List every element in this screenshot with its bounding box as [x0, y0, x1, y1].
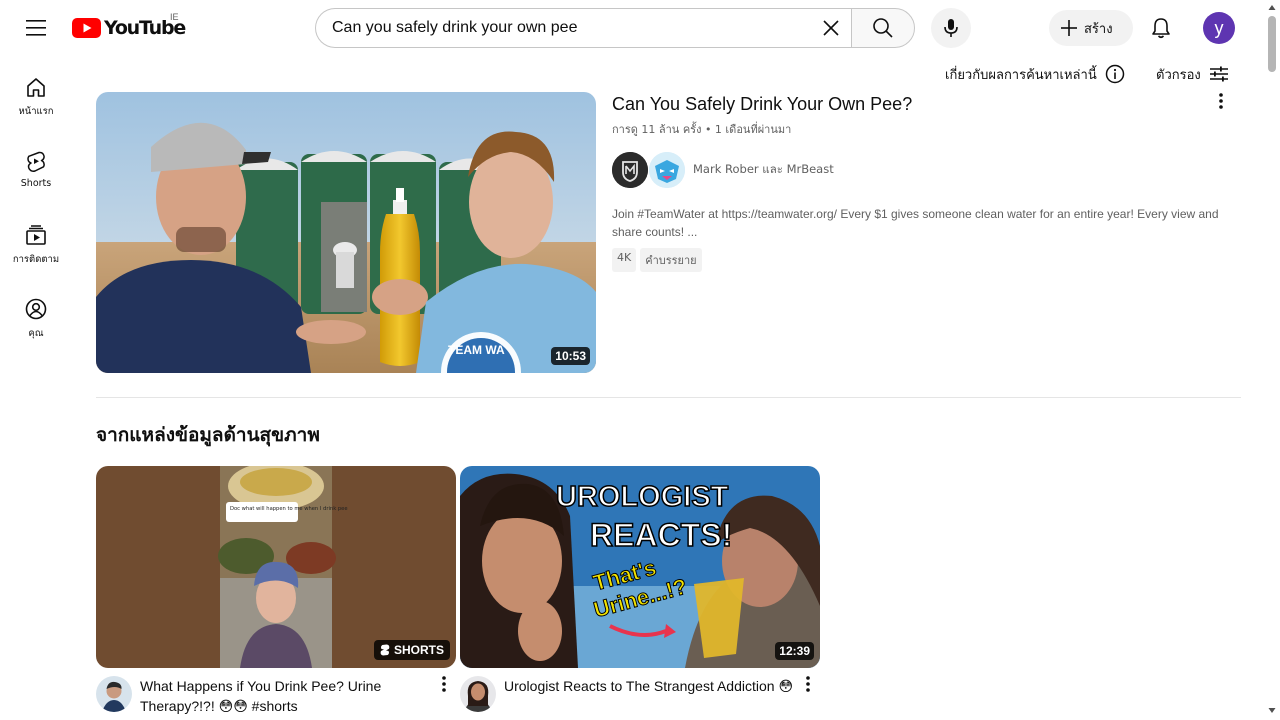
microphone-icon	[944, 19, 958, 37]
guide-label-subscriptions: การติดตาม	[12, 254, 60, 265]
mark-rober-logo-icon	[612, 152, 648, 188]
shelf-card-more-button[interactable]	[796, 672, 820, 696]
top-result-more-button[interactable]	[1209, 89, 1233, 113]
search-button[interactable]	[851, 8, 915, 48]
about-results-button[interactable]: เกี่ยวกับผลการค้นหาเหล่านี้	[945, 62, 1125, 86]
country-code: IE	[170, 12, 179, 22]
top-result-badges: 4K คำบรรยาย	[612, 248, 702, 272]
filters-button[interactable]: ตัวกรอง	[1156, 62, 1229, 86]
badge-captions: คำบรรยาย	[640, 248, 702, 272]
youtube-play-icon	[72, 18, 101, 38]
you-icon	[25, 298, 47, 320]
top-result-title[interactable]: Can You Safely Drink Your Own Pee?	[612, 94, 912, 115]
shelf-card-title[interactable]: Urologist Reacts to The Strangest Addict…	[504, 676, 794, 696]
shelf-card-thumbnail[interactable]: Doc what will happen to me when I drink …	[96, 466, 456, 668]
shelf-card-channel-avatar[interactable]	[96, 676, 132, 712]
section-divider	[96, 397, 1241, 398]
create-button[interactable]: สร้าง	[1049, 10, 1133, 46]
thumb-text-1: UROLOGIST	[556, 481, 729, 513]
top-result-thumbnail[interactable]: TEAM WA 10:53	[96, 92, 596, 373]
video-duration: 10:53	[551, 347, 590, 365]
close-icon	[823, 20, 839, 36]
shorts-icon	[27, 151, 45, 172]
channel-avatar-image	[460, 676, 496, 712]
scrollbar-thumb[interactable]	[1268, 16, 1276, 72]
thumb-text-2: REACTS!	[590, 517, 732, 553]
filters-label: ตัวกรอง	[1156, 67, 1201, 83]
shelf-card: UROLOGIST REACTS! That's Urine...!? 12:3…	[460, 466, 820, 712]
channel-avatar-image	[96, 676, 132, 712]
top-result-channels: Mark Rober และ MrBeast	[612, 152, 834, 188]
guide-item-you[interactable]: คุณ	[4, 278, 68, 352]
subscriptions-icon	[26, 225, 46, 245]
guide-label-home: หน้าแรก	[18, 106, 54, 117]
thumbnail-image: TEAM WA	[96, 92, 596, 373]
mrbeast-logo-icon	[649, 152, 685, 188]
shelf-card: Doc what will happen to me when I drink …	[96, 466, 456, 714]
thumbnail-image: UROLOGIST REACTS! That's Urine...!?	[460, 466, 820, 668]
guide-menu-button[interactable]	[16, 8, 56, 48]
channel-avatar-mrbeast[interactable]	[649, 152, 685, 188]
create-label: สร้าง	[1084, 21, 1113, 37]
guide-label-shorts: Shorts	[20, 178, 52, 189]
vertical-dots-icon	[442, 676, 446, 692]
guide-item-home[interactable]: หน้าแรก	[4, 56, 68, 130]
filter-sliders-icon	[1209, 66, 1228, 82]
about-results-label: เกี่ยวกับผลการค้นหาเหล่านี้	[945, 67, 1097, 83]
account-avatar-button[interactable]: y	[1203, 12, 1235, 44]
bottle-text: TEAM WA	[448, 343, 505, 357]
info-icon	[1105, 64, 1124, 84]
vertical-dots-icon	[1219, 93, 1223, 109]
video-duration: 12:39	[775, 642, 814, 660]
guide-item-shorts[interactable]: Shorts	[4, 130, 68, 204]
hamburger-icon	[26, 20, 46, 36]
shorts-badge-label: SHORTS	[393, 643, 444, 657]
notifications-button[interactable]	[1141, 8, 1181, 48]
top-result-meta: การดู 11 ล้าน ครั้ง • 1 เดือนที่ผ่านมา	[612, 123, 792, 136]
shorts-badge: SHORTS	[373, 640, 450, 660]
shelf-card-more-button[interactable]	[432, 672, 456, 696]
badge-4k: 4K	[612, 248, 637, 272]
channel-avatar-mark-rober[interactable]	[612, 152, 648, 188]
scroll-down-arrow-icon[interactable]	[1268, 706, 1276, 714]
shorts-icon	[380, 644, 390, 656]
top-result-description: Join #TeamWater at https://teamwater.org…	[612, 207, 1219, 239]
bell-icon	[1152, 18, 1170, 39]
shelf-card-channel-avatar[interactable]	[460, 676, 496, 712]
shelf-card-title[interactable]: What Happens if You Drink Pee? Urine The…	[140, 676, 430, 716]
thumbnail-image: Doc what will happen to me when I drink …	[96, 466, 456, 668]
plus-icon	[1061, 20, 1077, 36]
masthead: YouTube IE สร้าง	[0, 0, 1264, 56]
search-box	[315, 8, 852, 48]
home-icon	[27, 78, 45, 97]
page-scrollbar[interactable]	[1264, 0, 1280, 720]
shelf-card-thumbnail[interactable]: UROLOGIST REACTS! That's Urine...!? 12:3…	[460, 466, 820, 668]
guide-item-subscriptions[interactable]: การติดตาม	[4, 204, 68, 278]
search-input[interactable]	[332, 19, 802, 37]
clear-search-button[interactable]	[814, 11, 848, 45]
vertical-dots-icon	[806, 676, 810, 692]
youtube-logo[interactable]: YouTube IE	[72, 12, 186, 40]
overlay-text: Doc what will happen to me when I drink …	[230, 506, 348, 512]
voice-search-button[interactable]	[931, 8, 971, 48]
scroll-up-arrow-icon[interactable]	[1268, 4, 1276, 12]
guide-label-you: คุณ	[28, 328, 44, 339]
channel-names[interactable]: Mark Rober และ MrBeast	[693, 161, 834, 179]
search-icon	[873, 18, 893, 38]
shelf-title: จากแหล่งข้อมูลด้านสุขภาพ	[96, 424, 320, 446]
